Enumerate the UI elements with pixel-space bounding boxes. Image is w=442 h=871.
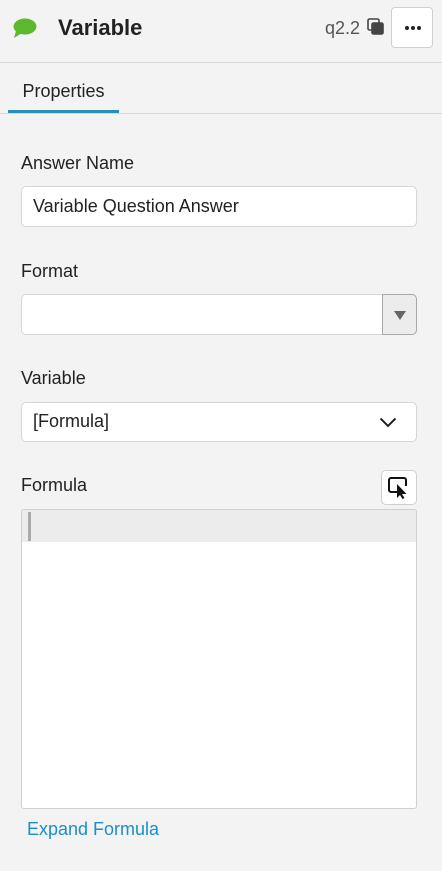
question-id: q2.2 — [325, 18, 361, 38]
ellipsis-icon — [405, 26, 421, 30]
formula-picker-button[interactable] — [381, 470, 417, 505]
formula-editor[interactable] — [21, 509, 417, 809]
format-label: Format — [21, 261, 79, 281]
formula-active-line — [22, 510, 416, 542]
chat-bubble-icon — [13, 18, 37, 38]
format-select[interactable] — [21, 294, 417, 335]
variable-value: [Formula] — [33, 411, 110, 431]
cursor-select-icon — [388, 477, 407, 499]
answer-name-label: Answer Name — [21, 153, 135, 173]
answer-name-input[interactable] — [21, 186, 417, 227]
variable-label: Variable — [21, 368, 86, 388]
header: Variable q2.2 — [0, 0, 442, 63]
formula-gutter-marker — [28, 512, 31, 541]
caret-down-icon — [394, 311, 406, 320]
copy-icon[interactable] — [367, 18, 385, 36]
chevron-down-icon — [379, 417, 397, 428]
formula-label: Formula — [21, 475, 88, 495]
page-title: Variable — [58, 15, 143, 40]
format-dropdown-button[interactable] — [382, 294, 417, 335]
variable-select[interactable]: [Formula] — [21, 402, 417, 442]
expand-formula-link[interactable]: Expand Formula — [27, 817, 159, 841]
tab-bar: Properties — [0, 63, 442, 114]
more-options-button[interactable] — [391, 7, 433, 48]
tab-properties[interactable]: Properties — [8, 79, 119, 113]
